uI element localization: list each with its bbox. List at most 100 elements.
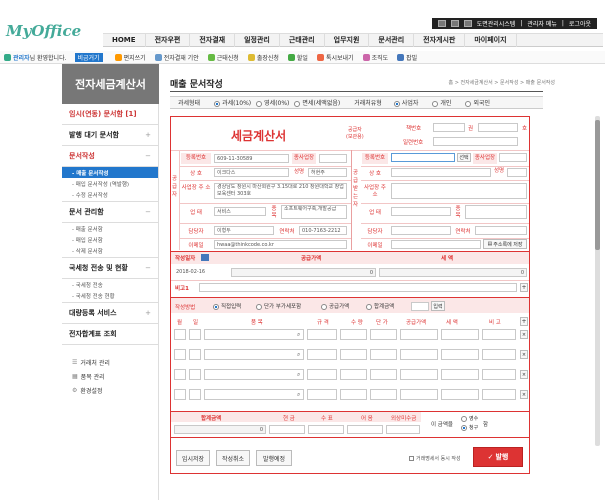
serial-input[interactable] bbox=[433, 137, 518, 146]
receiver-reg-input[interactable] bbox=[391, 153, 455, 162]
book-number-input[interactable] bbox=[433, 123, 465, 132]
quick-attendance[interactable]: 근태신청 bbox=[207, 53, 239, 62]
quick-trip[interactable]: 출장신청 bbox=[247, 53, 279, 62]
user-badge[interactable]: 비금거기 bbox=[74, 52, 103, 62]
client-opt-biz[interactable]: 사업자 bbox=[393, 98, 418, 107]
sidebar-sub-modify-write[interactable]: - 수정 문서작성 bbox=[62, 189, 158, 202]
item-cell[interactable] bbox=[370, 329, 397, 340]
supplier-email-input[interactable]: hwaa@thinkcode.co.kr bbox=[214, 240, 347, 249]
quick-sms[interactable]: 톡시보내기 bbox=[316, 53, 354, 62]
receiver-branch-input[interactable] bbox=[499, 153, 527, 162]
client-opt-person[interactable]: 개인 bbox=[432, 98, 451, 107]
item-cell[interactable] bbox=[482, 389, 516, 400]
home-icon[interactable] bbox=[437, 20, 446, 27]
sidebar-sub-purchase-write[interactable]: - 매입 문서작성 (역발행) bbox=[62, 178, 158, 189]
method-unit-vat[interactable]: 단가 부가세포함 bbox=[256, 302, 301, 310]
sidebar-tool-settings[interactable]: ⚙ 환경설정 bbox=[62, 383, 158, 397]
supplier-biz-input[interactable]: 서비스 bbox=[214, 207, 266, 216]
supplier-addr-input[interactable]: 경상남도 창원시 마산회원구 3.15대로 210 창원대학교 창업보육센터 3… bbox=[214, 183, 347, 199]
supplier-company-input[interactable]: 이크다스 bbox=[214, 168, 289, 177]
item-cell[interactable] bbox=[174, 329, 186, 340]
quick-approval[interactable]: 전자결재 기안 bbox=[154, 53, 199, 62]
nav-work[interactable]: 업무지원 bbox=[325, 33, 370, 47]
item-cell[interactable] bbox=[482, 329, 516, 340]
search-icon[interactable]: ⌕ bbox=[297, 371, 300, 379]
quick-popbill[interactable]: 팝빌 bbox=[397, 53, 417, 62]
sidebar-tool-client[interactable]: ☰ 거래처 관리 bbox=[62, 355, 158, 369]
note-input[interactable] bbox=[347, 425, 383, 434]
quick-org[interactable]: 조직도 bbox=[362, 53, 388, 62]
util-link-admin[interactable]: 관리자 메뉴 bbox=[527, 19, 557, 28]
sidebar-item-temp[interactable]: 임시(연동) 문서함 [1] bbox=[62, 104, 158, 125]
supplier-manager-input[interactable]: 이형두 bbox=[214, 226, 274, 235]
calendar-icon[interactable] bbox=[201, 254, 209, 261]
search-icon[interactable]: ⌕ bbox=[297, 331, 300, 339]
issue-button[interactable]: ✓ 발행 bbox=[473, 447, 523, 467]
sidebar-item-write[interactable]: 문서작성 − bbox=[62, 146, 158, 167]
book-number-input-2[interactable] bbox=[478, 123, 518, 132]
tax-opt-free[interactable]: 면세(세액없음) bbox=[294, 98, 340, 107]
supplier-phone-input[interactable]: 010-7163-2212 bbox=[299, 226, 347, 235]
credit-input[interactable] bbox=[386, 425, 420, 434]
sidebar-sub-purchase-box[interactable]: - 매입 문서함 bbox=[62, 234, 158, 245]
method-total-input[interactable] bbox=[411, 302, 429, 311]
item-cell[interactable] bbox=[340, 349, 367, 360]
add-remark-button[interactable]: + bbox=[520, 283, 528, 292]
supplier-name-input[interactable]: 허현주 bbox=[308, 168, 347, 177]
item-cell[interactable] bbox=[441, 329, 479, 340]
supplier-reg-input[interactable]: 609-11-30589 bbox=[214, 154, 289, 163]
item-cell[interactable] bbox=[204, 389, 304, 400]
sidebar-item-summary[interactable]: 전자합계표 조회 bbox=[62, 324, 158, 345]
delete-row-button[interactable]: × bbox=[520, 390, 528, 399]
item-cell[interactable] bbox=[307, 369, 337, 380]
item-cell[interactable] bbox=[189, 369, 201, 380]
scrollbar-thumb[interactable] bbox=[595, 120, 600, 250]
item-cell[interactable] bbox=[400, 389, 438, 400]
item-cell[interactable] bbox=[340, 369, 367, 380]
supplier-branch-input[interactable] bbox=[319, 154, 347, 163]
sms-checkbox[interactable]: 거래명세서 동시 작성 bbox=[409, 455, 461, 462]
search-icon[interactable]: ⌕ bbox=[297, 351, 300, 359]
nav-mail[interactable]: 전자우편 bbox=[146, 33, 191, 47]
method-direct[interactable]: 직접입력 bbox=[213, 302, 241, 310]
item-cell[interactable] bbox=[370, 369, 397, 380]
sidebar-item-pending[interactable]: 발행 대기 문서함 + bbox=[62, 125, 158, 146]
item-cell[interactable] bbox=[400, 369, 438, 380]
temp-save-button[interactable]: 임시저장 bbox=[176, 450, 210, 466]
nav-schedule[interactable]: 일정관리 bbox=[235, 33, 280, 47]
item-cell[interactable] bbox=[189, 389, 201, 400]
nav-mypage[interactable]: 마이페이지 bbox=[465, 33, 517, 47]
item-cell[interactable] bbox=[482, 369, 516, 380]
receiver-name-input[interactable] bbox=[507, 168, 527, 177]
delete-row-button[interactable]: × bbox=[520, 350, 528, 359]
method-input-button[interactable]: 입력 bbox=[431, 301, 445, 311]
nav-approval[interactable]: 전자결재 bbox=[190, 33, 236, 47]
receiver-phone-input[interactable] bbox=[475, 226, 527, 235]
item-cell[interactable] bbox=[189, 349, 201, 360]
item-cell[interactable] bbox=[370, 389, 397, 400]
item-cell[interactable] bbox=[441, 389, 479, 400]
sidebar-item-nts[interactable]: 국세청 전송 및 현황 − bbox=[62, 258, 158, 279]
receiver-company-input[interactable] bbox=[391, 168, 491, 177]
item-cell[interactable] bbox=[441, 349, 479, 360]
nav-attendance[interactable]: 근태관리 bbox=[280, 33, 325, 47]
quick-todo[interactable]: 할일 bbox=[287, 53, 308, 62]
sidebar-sub-sales-write[interactable]: - 매출 문서작성 bbox=[62, 167, 158, 178]
item-cell[interactable] bbox=[340, 329, 367, 340]
item-cell[interactable] bbox=[482, 349, 516, 360]
item-cell[interactable] bbox=[204, 329, 304, 340]
item-cell[interactable] bbox=[189, 329, 201, 340]
tax-opt-0[interactable]: 영세(0%) bbox=[256, 98, 289, 107]
nav-board[interactable]: 전자게시판 bbox=[414, 33, 466, 47]
supplier-item-input[interactable]: 소프트웨어구축,개발공급 bbox=[281, 205, 347, 219]
receipt-opt-claim[interactable]: 청구 bbox=[461, 424, 478, 431]
speaker-icon[interactable] bbox=[463, 20, 472, 27]
schedule-issue-button[interactable]: 발행예정 bbox=[256, 450, 292, 466]
item-cell[interactable] bbox=[441, 369, 479, 380]
sidebar-sub-delete-box[interactable]: - 삭제 문서함 bbox=[62, 245, 158, 258]
sidebar-item-manage[interactable]: 문서 관리함 − bbox=[62, 202, 158, 223]
message-icon[interactable] bbox=[450, 20, 459, 27]
date-input[interactable]: 2018-02-16 bbox=[174, 268, 229, 277]
item-cell[interactable] bbox=[340, 389, 367, 400]
delete-row-button[interactable]: × bbox=[520, 330, 528, 339]
